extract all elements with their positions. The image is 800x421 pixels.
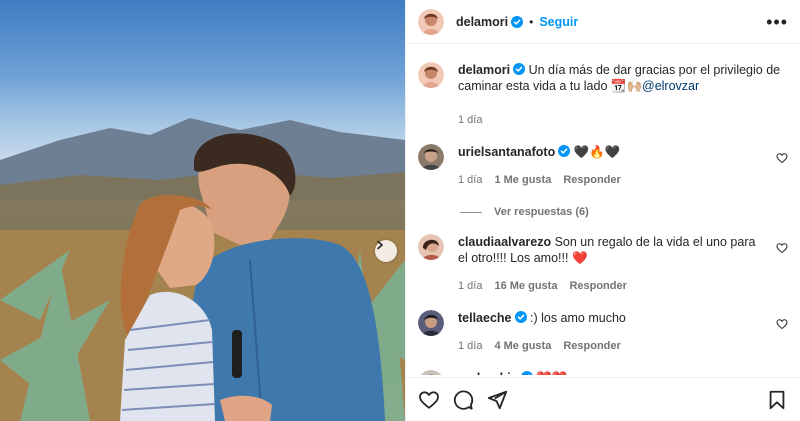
verified-badge-icon xyxy=(511,15,524,28)
avatar[interactable] xyxy=(418,234,444,260)
verified-badge-icon xyxy=(558,145,571,157)
comment-username[interactable]: claudiaalvarezo xyxy=(458,235,551,249)
view-replies-button[interactable]: Ver respuestas (6) xyxy=(460,206,788,218)
follow-button[interactable]: Seguir xyxy=(539,15,578,29)
comment-bubble-icon[interactable] xyxy=(452,389,474,411)
comment-meta: 1 día 4 Me gusta Responder xyxy=(458,338,766,354)
comment-likes[interactable]: 1 Me gusta xyxy=(494,172,551,188)
comment-username[interactable]: urielsantanafoto xyxy=(458,145,555,159)
comment-likes[interactable]: 4 Me gusta xyxy=(494,338,551,354)
praying-hands-emoji-icon: 🙌🏼 xyxy=(626,79,643,93)
post-side-panel: delamori • Seguir ••• delamori Un día má… xyxy=(405,0,800,421)
comment-text: 🖤🔥🖤 xyxy=(573,145,621,159)
post-caption: delamori Un día más de dar gracias por e… xyxy=(418,62,788,128)
comment-item: andruchis ❤️❤️ xyxy=(418,370,788,375)
verified-badge-icon xyxy=(513,63,526,75)
comment-item: tellaeche :) los amo mucho 1 día 4 Me gu… xyxy=(418,310,788,354)
caption-mention-link[interactable]: @elrovzar xyxy=(642,79,699,93)
view-replies-label: Ver respuestas (6) xyxy=(494,206,589,218)
separator-dot: • xyxy=(529,14,534,29)
comment-item: claudiaalvarezo Son un regalo de la vida… xyxy=(418,234,788,294)
next-image-button[interactable] xyxy=(375,240,397,262)
photo-illustration xyxy=(0,118,405,421)
reply-button[interactable]: Responder xyxy=(569,278,626,294)
comment-text: ❤️❤️ xyxy=(536,371,567,375)
comment-likes[interactable]: 16 Me gusta xyxy=(494,278,557,294)
like-comment-heart-icon[interactable] xyxy=(776,318,788,330)
avatar[interactable] xyxy=(418,144,444,170)
comment-username[interactable]: tellaeche xyxy=(458,311,512,325)
comment-time[interactable]: 1 día xyxy=(458,172,482,188)
avatar[interactable] xyxy=(418,370,444,375)
comment-meta: 1 día 1 Me gusta Responder xyxy=(458,172,766,188)
like-comment-heart-icon[interactable] xyxy=(776,152,788,164)
post-header: delamori • Seguir ••• xyxy=(406,0,800,44)
reply-button[interactable]: Responder xyxy=(563,338,620,354)
caption-meta: 1 día xyxy=(458,112,788,128)
bookmark-icon[interactable] xyxy=(766,389,788,411)
comment-username[interactable]: andruchis xyxy=(458,371,518,375)
comment-time[interactable]: 1 día xyxy=(458,278,482,294)
replies-divider xyxy=(460,211,482,213)
like-comment-heart-icon[interactable] xyxy=(776,242,788,254)
post-photo[interactable] xyxy=(0,0,405,421)
caption-username[interactable]: delamori xyxy=(458,63,510,77)
calendar-emoji-icon: 📆 xyxy=(607,79,627,93)
comment-time[interactable]: 1 día xyxy=(458,338,482,354)
avatar[interactable] xyxy=(418,8,444,35)
verified-badge-icon xyxy=(521,371,533,375)
comments-list[interactable]: delamori Un día más de dar gracias por e… xyxy=(418,52,788,375)
verified-badge-icon xyxy=(514,311,527,323)
post-actions-bar xyxy=(406,377,800,421)
comment-text: :) los amo mucho xyxy=(530,311,626,325)
comment-item: urielsantanafoto 🖤🔥🖤 1 día 1 Me gusta Re… xyxy=(418,144,788,188)
paper-plane-icon[interactable] xyxy=(486,389,508,411)
author-username[interactable]: delamori xyxy=(456,15,508,29)
reply-button[interactable]: Responder xyxy=(563,172,620,188)
chevron-right-icon xyxy=(377,240,383,250)
caption-time[interactable]: 1 día xyxy=(458,112,482,128)
more-options-icon[interactable]: ••• xyxy=(766,13,788,31)
comment-meta: 1 día 16 Me gusta Responder xyxy=(458,278,766,294)
heart-outline-icon[interactable] xyxy=(418,389,440,411)
avatar[interactable] xyxy=(418,62,444,88)
avatar[interactable] xyxy=(418,310,444,336)
